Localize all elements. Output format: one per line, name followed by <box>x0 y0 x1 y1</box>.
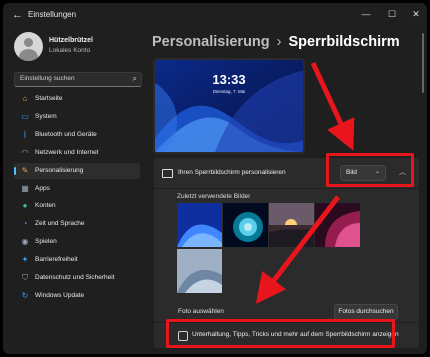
annotation-arrow-bottom <box>255 195 340 304</box>
annotation-arrows <box>255 61 355 304</box>
settings-window: ← Einstellungen — ☐ ✕ Hützelbrützel Loka… <box>3 3 427 354</box>
annotation-arrow-top <box>310 61 355 151</box>
